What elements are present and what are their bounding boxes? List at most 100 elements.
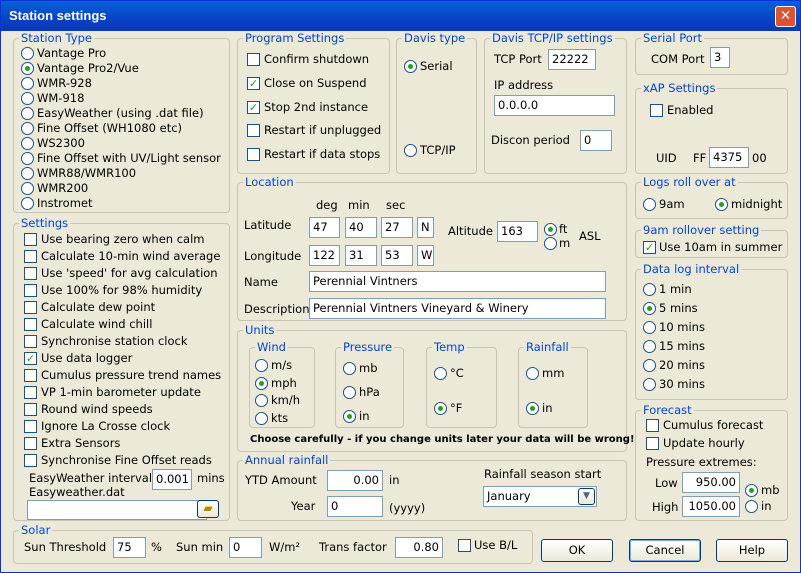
- program-2-checkbox[interactable]: ✓: [247, 100, 260, 114]
- help-button[interactable]: Help: [716, 539, 788, 562]
- uid-input[interactable]: 4375: [709, 147, 749, 168]
- pressure-unit-2-radio[interactable]: [343, 410, 356, 423]
- altitude-ft-radio[interactable]: [544, 223, 557, 236]
- setting-12-label: Extra Sensors: [41, 436, 121, 450]
- station-type-3-radio[interactable]: [21, 92, 34, 105]
- extremes-mb-radio[interactable]: [745, 484, 758, 497]
- wind-unit-0-radio[interactable]: [255, 359, 268, 372]
- setting-3-checkbox[interactable]: [24, 284, 37, 297]
- log-interval-5-radio[interactable]: [643, 378, 656, 391]
- latitude-label: Latitude: [244, 218, 292, 232]
- logs-roll-over-group: Logs roll over at 9am midnight: [635, 175, 788, 219]
- use-bl-checkbox[interactable]: [458, 539, 471, 552]
- wind-unit-3-radio[interactable]: [255, 411, 268, 425]
- setting-11-checkbox[interactable]: [24, 420, 37, 433]
- extremes-in-radio[interactable]: [745, 500, 758, 513]
- pressure-unit-0-radio[interactable]: [343, 362, 356, 375]
- roll-midnight-radio[interactable]: [715, 198, 728, 211]
- easyweather-interval-input[interactable]: 0.001: [152, 469, 192, 490]
- roll-9am-radio[interactable]: [643, 198, 656, 211]
- wind-unit-1-radio[interactable]: [255, 376, 268, 390]
- station-type-1-radio[interactable]: [21, 62, 34, 75]
- davis-serial-radio[interactable]: [404, 60, 417, 73]
- setting-12-checkbox[interactable]: [24, 437, 37, 450]
- setting-13-checkbox[interactable]: [24, 454, 37, 467]
- program-4-checkbox[interactable]: [247, 148, 260, 162]
- setting-5-checkbox[interactable]: [24, 318, 37, 331]
- trans-factor-input[interactable]: 0.80: [395, 537, 443, 558]
- program-0-checkbox[interactable]: [247, 53, 260, 66]
- setting-7-checkbox[interactable]: ✓: [24, 352, 37, 365]
- easyweather-dat-input[interactable]: [27, 500, 207, 520]
- altitude-m-radio[interactable]: [544, 237, 557, 250]
- setting-8-checkbox[interactable]: [24, 369, 37, 382]
- year-input[interactable]: 0: [327, 496, 383, 517]
- rainfall-unit-0-radio[interactable]: [526, 367, 539, 380]
- cancel-button[interactable]: Cancel: [629, 539, 701, 562]
- folder-browse-icon[interactable]: ▰: [197, 500, 219, 518]
- program-3-checkbox[interactable]: [247, 124, 260, 138]
- program-1-checkbox[interactable]: ✓: [247, 76, 260, 90]
- setting-4-checkbox[interactable]: [24, 301, 37, 314]
- pressure-unit-1-radio[interactable]: [343, 386, 356, 399]
- altitude-input[interactable]: 163: [497, 221, 538, 242]
- update-hourly-checkbox[interactable]: [646, 437, 659, 450]
- log-interval-0-radio[interactable]: [643, 283, 656, 296]
- setting-5-label: Calculate wind chill: [41, 317, 153, 331]
- setting-9-checkbox[interactable]: [24, 386, 37, 399]
- sun-threshold-input[interactable]: 75: [113, 537, 146, 558]
- xap-settings-group: xAP Settings Enabled UID FF 4375 00: [635, 81, 788, 174]
- pressure-low-input[interactable]: 950.00: [682, 472, 740, 493]
- setting-2-checkbox[interactable]: [24, 267, 37, 280]
- sun-min-input[interactable]: 0: [229, 537, 262, 558]
- station-name-input[interactable]: Perennial Vintners: [309, 271, 606, 292]
- station-type-2-radio[interactable]: [21, 77, 34, 90]
- com-port-input[interactable]: 3: [710, 47, 730, 68]
- davis-tcpip-radio[interactable]: [404, 144, 417, 157]
- latitude-deg-input[interactable]: 47: [309, 217, 340, 238]
- setting-1-checkbox[interactable]: [24, 250, 37, 263]
- longitude-sec-input[interactable]: 53: [381, 245, 413, 266]
- station-type-6-radio[interactable]: [21, 137, 34, 150]
- ytd-amount-input[interactable]: 0.00: [327, 470, 383, 491]
- setting-6-checkbox[interactable]: [24, 335, 37, 348]
- station-type-3-label: WM-918: [37, 91, 85, 105]
- close-icon[interactable]: ✕: [775, 6, 796, 27]
- latitude-sec-input[interactable]: 27: [381, 217, 413, 238]
- log-interval-2-radio[interactable]: [643, 321, 656, 334]
- log-interval-2-label: 10 mins: [659, 320, 705, 334]
- log-interval-4-radio[interactable]: [643, 359, 656, 372]
- setting-10-checkbox[interactable]: [24, 403, 37, 416]
- ok-button[interactable]: OK: [541, 539, 613, 562]
- log-interval-1-radio[interactable]: [643, 302, 656, 315]
- pressure-high-input[interactable]: 1050.00: [682, 496, 740, 517]
- xap-enabled-checkbox[interactable]: [650, 104, 663, 117]
- station-type-9-radio[interactable]: [21, 182, 34, 195]
- station-type-8-radio[interactable]: [21, 167, 34, 180]
- station-type-5-radio[interactable]: [21, 122, 34, 135]
- description-input[interactable]: Perennial Vintners Vineyard & Winery: [309, 298, 606, 319]
- station-type-7-radio[interactable]: [21, 152, 34, 165]
- station-type-10-radio[interactable]: [21, 197, 34, 210]
- tcp-port-input[interactable]: 22222: [548, 49, 596, 70]
- use-10am-checkbox[interactable]: ✓: [643, 241, 656, 254]
- station-type-4-radio[interactable]: [21, 107, 34, 120]
- wind-unit-2-radio[interactable]: [255, 394, 268, 407]
- setting-0-checkbox[interactable]: [24, 233, 37, 246]
- longitude-min-input[interactable]: 31: [345, 245, 377, 266]
- temp-unit-1-radio[interactable]: [434, 402, 447, 415]
- longitude-hemisphere-input[interactable]: W: [417, 245, 434, 266]
- rainfall-unit-1-radio[interactable]: [526, 402, 539, 415]
- use-bl-label: Use B/L: [474, 538, 518, 552]
- temp-unit-0-radio[interactable]: [434, 367, 447, 380]
- discon-period-input[interactable]: 0: [580, 130, 612, 151]
- longitude-deg-input[interactable]: 122: [309, 245, 340, 266]
- latitude-min-input[interactable]: 40: [345, 217, 377, 238]
- station-type-0-radio[interactable]: [21, 47, 34, 60]
- ip-address-input[interactable]: 0.0.0.0: [494, 95, 615, 116]
- cumulus-forecast-checkbox[interactable]: [646, 419, 659, 432]
- log-interval-3-radio[interactable]: [643, 340, 656, 353]
- settings-group: Settings Use bearing zero when calm Calcu…: [13, 216, 230, 521]
- chevron-down-icon[interactable]: ▼: [578, 488, 595, 505]
- latitude-hemisphere-input[interactable]: N: [417, 217, 434, 238]
